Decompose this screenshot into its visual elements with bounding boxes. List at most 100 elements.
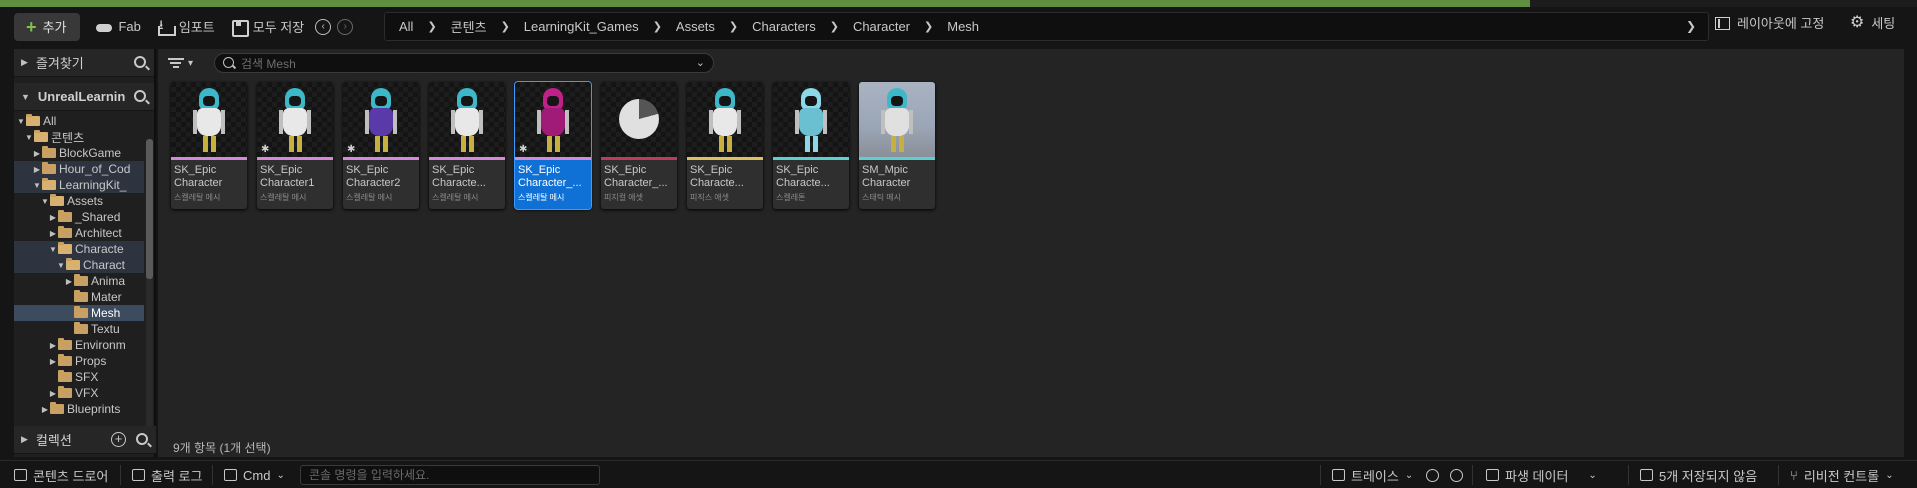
expand-right-icon[interactable]: ▶	[48, 357, 58, 366]
chevron-right-icon[interactable]: ❯	[501, 20, 510, 33]
settings-button[interactable]: ⚙ 세팅	[1850, 13, 1895, 32]
expand-right-icon[interactable]: ▶	[40, 405, 50, 414]
breadcrumb-item-content[interactable]: 콘텐츠	[451, 17, 487, 36]
unsaved-button[interactable]: 5개 저장되지 않음	[1632, 461, 1765, 488]
favorites-header[interactable]: ▶ 즐겨찾기	[14, 49, 154, 77]
breadcrumb-item-characters[interactable]: Characters	[752, 19, 816, 34]
search-icon[interactable]	[134, 56, 146, 68]
tree-item[interactable]: ▼ LearningKit_	[14, 177, 144, 193]
breadcrumb-item-mesh[interactable]: Mesh	[947, 19, 979, 34]
asset-thumbnail	[773, 82, 849, 157]
tree-item[interactable]: ▶ Blueprints	[14, 401, 144, 417]
save-all-button[interactable]: 모두 저장	[223, 13, 312, 41]
expand-right-icon[interactable]: ▶	[48, 389, 58, 398]
tree-item[interactable]: ▼ Charact	[14, 257, 144, 273]
chevron-down-icon: ⌄	[1588, 469, 1597, 481]
tree-item[interactable]: ▼ All	[14, 113, 144, 129]
chevron-right-icon[interactable]: ❯	[729, 20, 738, 33]
tree-item[interactable]: SFX	[14, 369, 144, 385]
asset-tile[interactable]: SK_Epic Character 스켈레탈 메시	[171, 82, 247, 209]
scrollbar-thumb[interactable]	[146, 139, 153, 279]
revision-control-button[interactable]: ⑂ 리비전 컨트롤 ⌄	[1782, 461, 1902, 488]
expand-right-icon[interactable]: ▶	[32, 149, 42, 158]
expand-right-icon[interactable]: ▶	[48, 341, 58, 350]
lock-layout-button[interactable]: 레이아웃에 고정	[1714, 13, 1824, 32]
console-command-input[interactable]: 콘솔 명령을 입력하세요.	[300, 465, 600, 485]
expand-right-icon[interactable]: ▶	[21, 57, 28, 68]
chevron-right-icon[interactable]: ❯	[427, 20, 436, 33]
asset-tile[interactable]: ✱ SK_Epic Character_... 스켈레탈 메시	[514, 81, 592, 210]
expand-right-icon[interactable]: ▶	[48, 229, 58, 238]
tree-item[interactable]: ▶ VFX	[14, 385, 144, 401]
chevron-right-icon[interactable]: ❯	[924, 20, 933, 33]
chevron-down-icon[interactable]: ⌄	[696, 56, 705, 69]
tree-item[interactable]: Mesh	[14, 305, 144, 321]
chevron-right-icon[interactable]: ❯	[653, 20, 662, 33]
forward-icon[interactable]: ›	[337, 18, 354, 35]
snapshot-button[interactable]	[1442, 461, 1471, 488]
asset-tile[interactable]: ✱ SK_Epic Character1 스켈레탈 메시	[257, 82, 333, 209]
asset-tile[interactable]: SK_Epic Characte... 피직스 애셋	[687, 82, 763, 209]
back-icon[interactable]: ‹	[315, 18, 332, 35]
breadcrumb-item-assets[interactable]: Assets	[676, 19, 715, 34]
tree-item[interactable]: ▶ BlockGame	[14, 145, 144, 161]
tree-item[interactable]: ▶ Architect	[14, 225, 144, 241]
expand-down-icon[interactable]: ▼	[48, 245, 58, 254]
figure-arm	[709, 110, 713, 134]
output-log-button[interactable]: 출력 로그	[124, 461, 210, 488]
expand-down-icon[interactable]: ▼	[21, 92, 30, 102]
asset-tile[interactable]: SK_Epic Characte... 스켈레탈 메시	[429, 82, 505, 209]
add-button[interactable]: + 추가	[14, 12, 81, 41]
asset-type: 피직스 애셋	[690, 193, 730, 202]
tree-item[interactable]: Mater	[14, 289, 144, 305]
asset-tile[interactable]: SK_Epic Characte... 스켈레톤	[773, 82, 849, 209]
expand-down-icon[interactable]: ▼	[56, 261, 66, 270]
project-header[interactable]: ▼ UnrealLearning	[14, 83, 154, 111]
expand-down-icon[interactable]: ▼	[40, 197, 50, 206]
asset-tile[interactable]: ✱ SK_Epic Character2 스켈레탈 메시	[343, 82, 419, 209]
search-icon[interactable]	[134, 90, 146, 102]
fab-button[interactable]: Fab	[88, 13, 148, 41]
tree-item[interactable]: ▼ Characte	[14, 241, 144, 257]
tree-item[interactable]: ▶ Anima	[14, 273, 144, 289]
expand-down-icon[interactable]: ▼	[32, 181, 42, 190]
breadcrumb-item-learningkit[interactable]: LearningKit_Games	[524, 19, 639, 34]
search-input[interactable]: 검색 Mesh ⌄	[214, 53, 714, 73]
breadcrumb-item-character[interactable]: Character	[853, 19, 910, 34]
breadcrumb-item-all[interactable]: All	[399, 19, 413, 34]
expand-right-icon[interactable]: ▶	[21, 434, 28, 445]
filter-icon	[168, 57, 184, 69]
asset-tile[interactable]: SM_Mpic Character 스태틱 메시	[859, 82, 935, 209]
expand-right-icon[interactable]: ▶	[32, 165, 42, 174]
asset-name: SK_Epic Character_...	[518, 164, 582, 189]
tree-item[interactable]: ▶ Props	[14, 353, 144, 369]
tree-item[interactable]: ▼ 콘텐츠	[14, 129, 144, 145]
expand-right-icon[interactable]: ▶	[64, 277, 74, 286]
import-button[interactable]: 임포트	[149, 13, 223, 41]
tree-item[interactable]: Textu	[14, 321, 144, 337]
content-browser-toolbar: + 추가 Fab 임포트 모두 저장 ‹ › All ❯ 콘텐츠 ❯ Learn…	[14, 9, 1904, 44]
tree-item[interactable]: ▶ Environm	[14, 337, 144, 353]
derived-data-dropdown[interactable]: 파생 데이터 ⌄	[1478, 461, 1605, 488]
tree-item[interactable]: ▶ _Shared	[14, 209, 144, 225]
expand-right-icon[interactable]: ▶	[48, 213, 58, 222]
expand-down-icon[interactable]: ▼	[24, 133, 34, 142]
tree-item[interactable]: ▶ Hour_of_Cod	[14, 161, 144, 177]
expand-down-icon[interactable]: ▼	[16, 117, 26, 126]
character-preview	[193, 88, 225, 154]
chevron-down-icon[interactable]: ❯	[1686, 19, 1696, 33]
character-preview	[709, 88, 741, 154]
trace-dropdown[interactable]: 트레이스 ⌄	[1324, 461, 1421, 488]
cmd-dropdown[interactable]: Cmd ⌄	[216, 461, 293, 488]
content-drawer-button[interactable]: 콘텐츠 드로어	[6, 461, 116, 488]
filter-button[interactable]: ▾	[168, 51, 193, 75]
fab-label: Fab	[118, 19, 141, 34]
search-icon[interactable]	[136, 433, 148, 445]
tree-item[interactable]: ▼ Assets	[14, 193, 144, 209]
chevron-right-icon[interactable]: ❯	[830, 20, 839, 33]
add-collection-icon[interactable]: +	[111, 432, 126, 447]
collections-header[interactable]: ▶ 컬렉션 +	[14, 426, 156, 454]
tree-scrollbar[interactable]	[146, 139, 153, 437]
asset-tile[interactable]: SK_Epic Character_... 피지컬 애셋	[601, 82, 677, 209]
tree-item-label: Environm	[75, 338, 126, 352]
